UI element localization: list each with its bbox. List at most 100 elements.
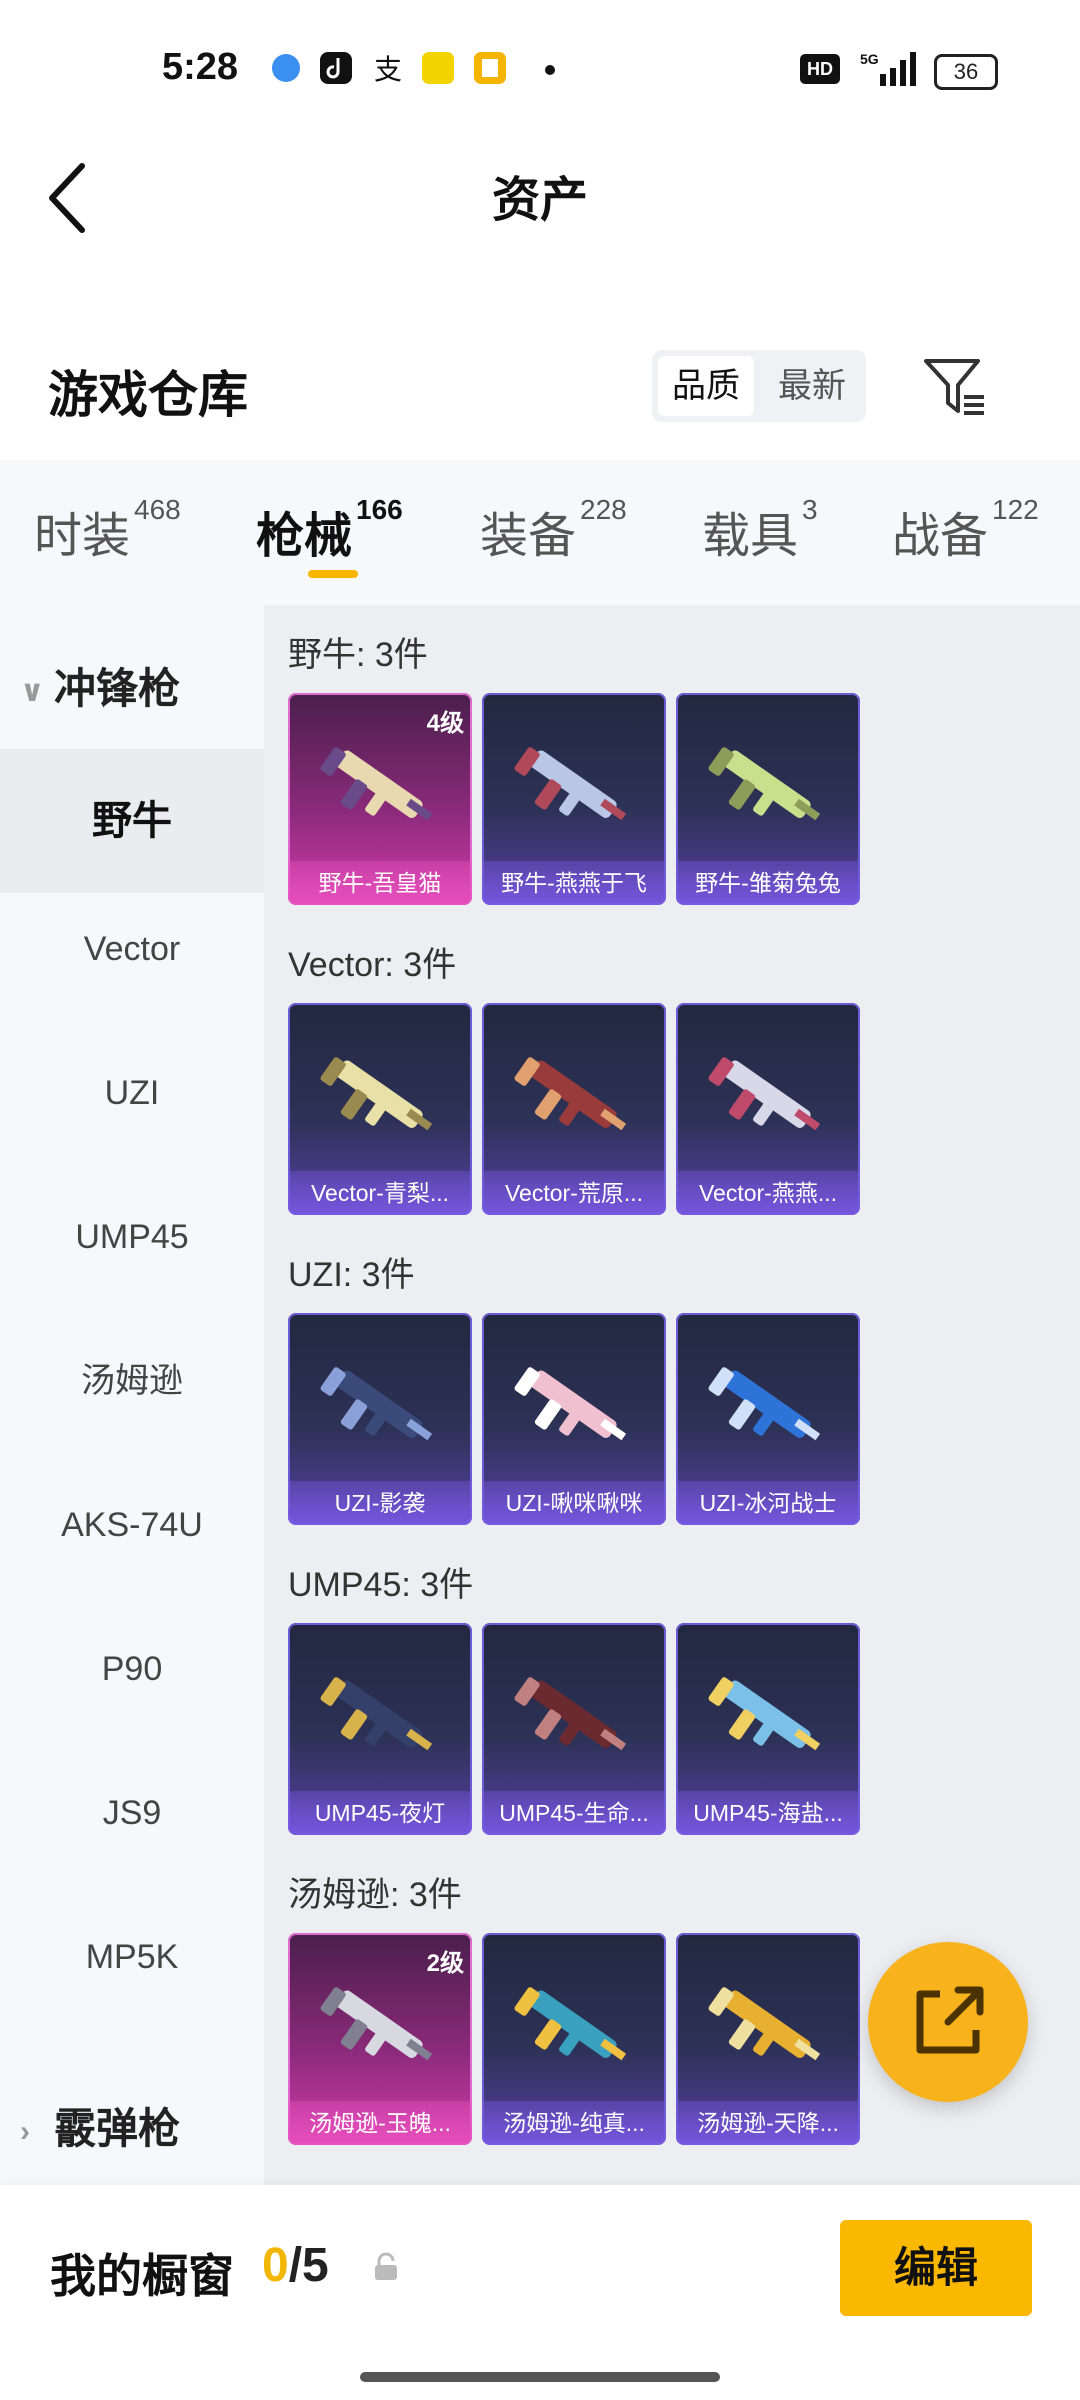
- skin-name: 汤姆逊-玉魄...: [288, 2101, 472, 2145]
- skin-card[interactable]: 汤姆逊-天降...: [676, 1933, 860, 2145]
- sidebar-group-label: 冲锋枪: [54, 665, 181, 712]
- sidebar-item-uzi[interactable]: UZI: [0, 1063, 264, 1123]
- status-bar: 5:28 支 HD 5G 36: [0, 0, 1080, 140]
- tab-count: 228: [580, 494, 627, 525]
- group-label: UMP45: 3件: [288, 1566, 474, 1604]
- sidebar-group-shotgun[interactable]: › 霰弹枪: [20, 2095, 180, 2156]
- skin-name: Vector-燕燕...: [676, 1171, 860, 1215]
- browser-icon: [272, 54, 300, 82]
- skin-name: Vector-荒原...: [482, 1171, 666, 1215]
- sort-toggle: 品质 最新: [652, 350, 866, 422]
- gun-icon: [320, 1677, 433, 1751]
- sort-newest-button[interactable]: 最新: [762, 356, 862, 416]
- tab-label: 装备: [480, 510, 577, 563]
- skin-card[interactable]: UMP45-海盐...: [676, 1623, 860, 1835]
- tab-count: 166: [356, 494, 403, 525]
- gun-icon: [708, 1677, 821, 1751]
- skin-name: Vector-青梨...: [288, 1171, 472, 1215]
- gun-icon: [514, 1367, 627, 1441]
- lock-icon: [375, 2252, 397, 2280]
- skin-name: UZI-影袭: [288, 1481, 472, 1525]
- tab-label: 载具: [702, 510, 799, 563]
- skin-card[interactable]: UZI-冰河战士: [676, 1313, 860, 1525]
- home-indicator: [360, 2372, 720, 2382]
- tab-vehicles[interactable]: 载具3: [702, 494, 818, 566]
- tab-count: 3: [802, 494, 818, 525]
- skin-card[interactable]: 野牛-雏菊兔兔: [676, 693, 860, 905]
- skin-card[interactable]: UMP45-生命...: [482, 1623, 666, 1835]
- sidebar-item-ump45[interactable]: UMP45: [0, 1207, 264, 1267]
- skin-card[interactable]: Vector-燕燕...: [676, 1003, 860, 1215]
- vitrine-current: 0: [262, 2239, 289, 2292]
- level-badge: 4级: [426, 710, 464, 737]
- skin-card[interactable]: 4级 野牛-吾皇猫: [288, 693, 472, 905]
- sidebar-item-vector[interactable]: Vector: [0, 919, 264, 979]
- tiktok-icon: [320, 52, 352, 84]
- level-badge: 2级: [426, 1950, 464, 1977]
- skin-name: 野牛-雏菊兔兔: [676, 861, 860, 905]
- skin-card[interactable]: Vector-青梨...: [288, 1003, 472, 1215]
- signal-icon: 5G: [860, 51, 916, 86]
- skin-card[interactable]: UZI-啾咪啾咪: [482, 1313, 666, 1525]
- gun-icon: [708, 1987, 821, 2061]
- tab-label: 枪械: [256, 510, 353, 563]
- dot-icon: [545, 65, 555, 75]
- tab-count: 468: [134, 494, 181, 525]
- skin-name: 野牛-燕燕于飞: [482, 861, 666, 905]
- chevron-down-icon: ∨: [20, 675, 45, 709]
- reader-icon: [474, 52, 506, 84]
- sidebar-item-mp5k[interactable]: MP5K: [0, 1927, 264, 1987]
- sidebar-item-js9[interactable]: JS9: [0, 1783, 264, 1843]
- sidebar-item-p90[interactable]: P90: [0, 1639, 264, 1699]
- alipay-icon: 支: [374, 53, 402, 86]
- filter-icon[interactable]: [922, 355, 988, 419]
- edit-button[interactable]: 编辑: [840, 2220, 1032, 2316]
- vitrine-label: 我的橱窗: [50, 2250, 234, 2302]
- skin-card[interactable]: 野牛-燕燕于飞: [482, 693, 666, 905]
- chevron-right-icon: ›: [20, 2114, 30, 2148]
- gun-icon: [514, 1677, 627, 1751]
- sidebar-item-bizon[interactable]: 野牛: [0, 749, 264, 893]
- skin-name: UZI-冰河战士: [676, 1481, 860, 1525]
- skin-card[interactable]: UMP45-夜灯: [288, 1623, 472, 1835]
- vitrine-count: 0/5: [262, 2238, 329, 2293]
- tab-label: 战备: [892, 510, 989, 563]
- skin-card[interactable]: Vector-荒原...: [482, 1003, 666, 1215]
- sort-quality-button[interactable]: 品质: [658, 356, 754, 416]
- sidebar-group-smg[interactable]: ∨ 冲锋枪: [20, 655, 180, 716]
- tab-equipment[interactable]: 装备228: [480, 494, 627, 566]
- skin-name: UMP45-生命...: [482, 1791, 666, 1835]
- gun-icon: [320, 1367, 433, 1441]
- group-label: 野牛: 3件: [288, 636, 428, 674]
- skin-card[interactable]: 汤姆逊-纯真...: [482, 1933, 666, 2145]
- group-label: UZI: 3件: [288, 1256, 415, 1294]
- skin-card[interactable]: 2级汤姆逊-玉魄...: [288, 1933, 472, 2145]
- skin-name: UZI-啾咪啾咪: [482, 1481, 666, 1525]
- skin-card[interactable]: UZI-影袭: [288, 1313, 472, 1525]
- tab-label: 时装: [34, 510, 131, 563]
- vitrine-total: /5: [288, 2239, 329, 2292]
- skin-name: 汤姆逊-纯真...: [482, 2101, 666, 2145]
- group-label: 汤姆逊: 3件: [288, 1876, 462, 1914]
- sidebar-item-thompson[interactable]: 汤姆逊: [0, 1351, 264, 1411]
- gun-icon: [708, 747, 821, 821]
- gun-icon: [708, 1057, 821, 1131]
- tab-count: 122: [992, 494, 1039, 525]
- active-tab-indicator: [308, 570, 358, 578]
- gun-icon: [514, 747, 627, 821]
- tab-supplies[interactable]: 战备122: [892, 494, 1039, 566]
- tab-guns[interactable]: 枪械166: [256, 494, 403, 566]
- tab-outfits[interactable]: 时装468: [34, 494, 181, 566]
- gun-icon: [320, 1987, 433, 2061]
- clock: 5:28: [162, 46, 239, 88]
- share-button[interactable]: [868, 1942, 1028, 2102]
- skin-name: UMP45-夜灯: [288, 1791, 472, 1835]
- skin-name: 汤姆逊-天降...: [676, 2101, 860, 2145]
- skin-name: UMP45-海盐...: [676, 1791, 860, 1835]
- gun-icon: [514, 1057, 627, 1131]
- gun-icon: [514, 1987, 627, 2061]
- svg-text:5G: 5G: [860, 51, 879, 67]
- share-external-icon: [916, 1986, 984, 2054]
- sidebar-item-aks74u[interactable]: AKS-74U: [0, 1495, 264, 1555]
- app-icon: [422, 52, 454, 84]
